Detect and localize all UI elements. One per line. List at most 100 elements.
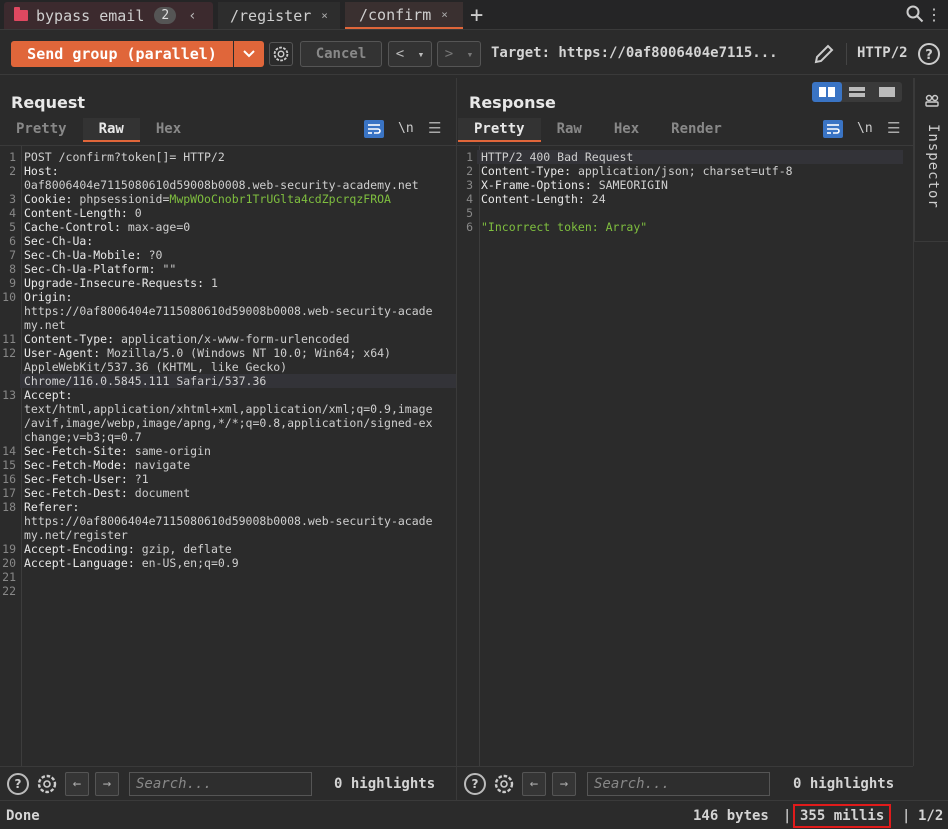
search-icon[interactable]: [906, 5, 924, 23]
tab-request-hex[interactable]: Hex: [140, 118, 197, 142]
layout-stacked-icon[interactable]: [842, 82, 872, 102]
header-value: ?1: [127, 472, 149, 486]
code-line: 17 Sec-Fetch-Dest: document: [0, 486, 456, 500]
show-newlines-toggle[interactable]: \n: [857, 121, 873, 136]
line-content: Upgrade-Insecure-Requests: 1: [20, 276, 456, 290]
new-tab-button[interactable]: +: [470, 2, 483, 29]
line-content: Content-Length: 24: [477, 192, 903, 206]
response-view-tabs: Pretty Raw Hex Render: [458, 118, 738, 142]
more-options-icon[interactable]: ⋮: [926, 5, 942, 24]
response-search-input[interactable]: [587, 772, 770, 796]
tab-request-pretty[interactable]: Pretty: [0, 118, 83, 142]
header-value: https://0af8006404e7115080610d59008b0008…: [24, 304, 433, 318]
previous-match-icon[interactable]: ←: [65, 772, 89, 796]
header-name: Content-Length:: [481, 192, 585, 206]
line-number: 3: [466, 178, 473, 192]
word-wrap-icon[interactable]: [823, 120, 843, 138]
tab-response-render[interactable]: Render: [655, 118, 738, 142]
protocol-selector[interactable]: HTTP/2: [857, 45, 908, 61]
next-match-icon[interactable]: →: [552, 772, 576, 796]
code-line: https://0af8006404e7115080610d59008b0008…: [0, 304, 456, 318]
line-content: [20, 584, 456, 598]
history-back-button[interactable]: < ▾: [388, 41, 432, 67]
code-line: 9 Upgrade-Insecure-Requests: 1: [0, 276, 456, 290]
help-icon[interactable]: ?: [7, 773, 29, 795]
send-group-button[interactable]: Send group (parallel): [11, 41, 233, 67]
cancel-button[interactable]: Cancel: [300, 41, 382, 67]
line-number: 15: [2, 458, 16, 472]
line-number-gutter: [457, 146, 480, 766]
send-dropdown-button[interactable]: [234, 41, 264, 67]
header-name: X-Frame-Options:: [481, 178, 592, 192]
line-number: [0, 304, 20, 318]
line-content: 0af8006404e7115080610d59008b0008.web-sec…: [20, 178, 456, 192]
header-value: navigate: [127, 458, 191, 472]
line-content: my.net/register: [20, 528, 456, 542]
request-search-input[interactable]: [129, 772, 312, 796]
previous-match-icon[interactable]: ←: [522, 772, 546, 796]
target-url[interactable]: Target: https://0af8006404e7115...: [491, 45, 778, 61]
inspector-panel-tab[interactable]: Inspector: [914, 78, 948, 242]
gear-icon[interactable]: [35, 772, 59, 796]
tab-confirm[interactable]: /confirm ×: [345, 2, 463, 29]
close-icon[interactable]: ×: [441, 8, 448, 21]
gear-icon[interactable]: [269, 42, 293, 66]
tab-response-hex[interactable]: Hex: [598, 118, 655, 142]
tab-response-raw[interactable]: Raw: [541, 118, 598, 142]
line-number: [0, 360, 20, 374]
line-number: [0, 514, 20, 528]
page-indicator: 1/2: [918, 808, 944, 824]
tab-group-bypass-email[interactable]: bypass email 2 ‹: [4, 2, 213, 29]
layout-single-icon[interactable]: [872, 82, 902, 102]
line-content: Content-Length: 0: [20, 206, 456, 220]
code-line: 10 Origin:: [0, 290, 456, 304]
line-content: Accept-Encoding: gzip, deflate: [20, 542, 456, 556]
folder-icon: [14, 7, 28, 21]
collapse-chevron-icon[interactable]: ‹: [188, 8, 196, 24]
request-menu-icon[interactable]: ☰: [428, 119, 441, 137]
help-icon[interactable]: ?: [917, 42, 941, 66]
tab-response-pretty[interactable]: Pretty: [458, 118, 541, 142]
tab-register[interactable]: /register ×: [218, 2, 340, 29]
line-number: [0, 318, 20, 332]
layout-toggle-group: [812, 82, 902, 102]
line-number: 22: [2, 584, 16, 598]
code-line: 19 Accept-Encoding: gzip, deflate: [0, 542, 456, 556]
header-name: Host:: [24, 164, 59, 178]
edit-target-icon[interactable]: [812, 42, 836, 66]
line-content: X-Frame-Options: SAMEORIGIN: [477, 178, 903, 192]
line-number: 5: [9, 220, 16, 234]
next-match-icon[interactable]: →: [95, 772, 119, 796]
code-line: 3 X-Frame-Options: SAMEORIGIN: [457, 178, 903, 192]
response-editor[interactable]: 1 HTTP/2 400 Bad Request 2 Content-Type: ap…: [457, 145, 913, 766]
line-number: 17: [2, 486, 16, 500]
header-value: 0af8006404e7115080610d59008b0008.web-sec…: [24, 178, 419, 192]
gear-icon[interactable]: [492, 772, 516, 796]
code-line: change;v=b3;q=0.7: [0, 430, 456, 444]
show-newlines-toggle[interactable]: \n: [398, 121, 414, 136]
history-forward-button[interactable]: > ▾: [437, 41, 481, 67]
word-wrap-icon[interactable]: [364, 120, 384, 138]
line-content: "Incorrect token: Array": [477, 220, 903, 234]
line-content: Content-Type: application/x-www-form-url…: [20, 332, 456, 346]
header-name: Sec-Fetch-Mode:: [24, 458, 128, 472]
line-content: Sec-Fetch-Mode: navigate: [20, 458, 456, 472]
code-line: Chrome/116.0.5845.111 Safari/537.36: [0, 374, 456, 388]
line-content: Origin:: [20, 290, 456, 304]
header-name: Upgrade-Insecure-Requests:: [24, 276, 205, 290]
help-icon[interactable]: ?: [464, 773, 486, 795]
close-icon[interactable]: ×: [321, 9, 328, 22]
response-menu-icon[interactable]: ☰: [887, 119, 900, 137]
pane-divider[interactable]: [456, 78, 457, 800]
line-content: [20, 570, 456, 584]
tab-request-raw[interactable]: Raw: [82, 118, 140, 142]
code-line: 12 User-Agent: Mozilla/5.0 (Windows NT 10…: [0, 346, 456, 360]
request-editor[interactable]: 1 POST /confirm?token[]= HTTP/2 2 Host: 0af8…: [0, 145, 456, 766]
header-value: "": [155, 262, 177, 276]
line-number: 18: [2, 500, 16, 514]
line-number: 5: [466, 206, 473, 220]
code-line: 14 Sec-Fetch-Site: same-origin: [0, 444, 456, 458]
line-number: 10: [2, 290, 16, 304]
line-number: 7: [9, 248, 16, 262]
layout-side-by-side-icon[interactable]: [812, 82, 842, 102]
